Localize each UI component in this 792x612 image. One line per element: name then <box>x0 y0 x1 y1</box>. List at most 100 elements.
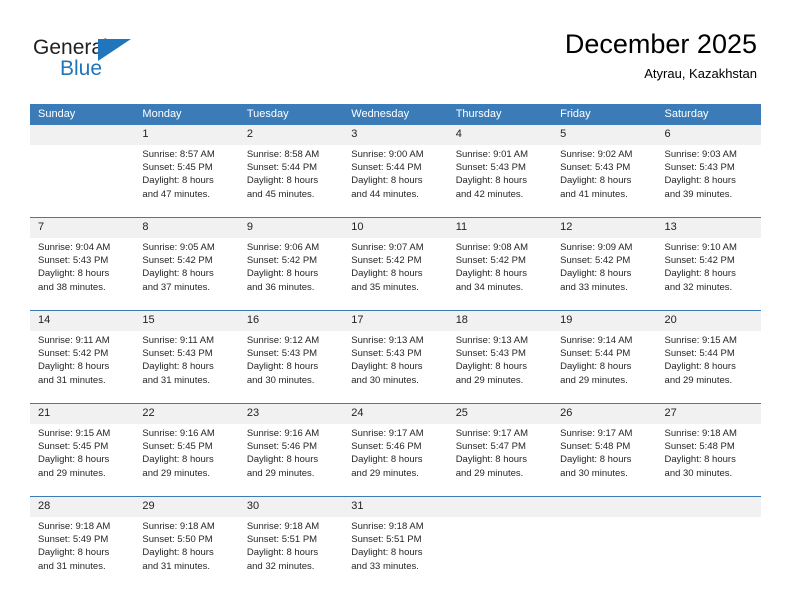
day-info-line: Sunrise: 9:12 AM <box>246 335 320 346</box>
day-info-line: Daylight: 8 hours <box>142 361 214 373</box>
day-number-9[interactable]: 9 <box>238 218 344 238</box>
day-info-1[interactable]: Sunrise: 8:57 AM Sunset: 5:45 PM Daylight:… <box>134 145 239 217</box>
week-detail-row: Sunrise: 9:18 AM Sunset: 5:49 PM Daylight:… <box>30 517 761 589</box>
day-number-12[interactable]: 12 <box>552 218 657 238</box>
day-info-30[interactable]: Sunrise: 9:18 AM Sunset: 5:51 PM Daylight:… <box>238 517 344 589</box>
day-info-line: Sunset: 5:42 PM <box>246 255 318 267</box>
day-info-23[interactable]: Sunrise: 9:16 AM Sunset: 5:46 PM Daylight:… <box>238 424 344 496</box>
day-info-10[interactable]: Sunrise: 9:07 AM Sunset: 5:42 PM Daylight:… <box>343 238 448 310</box>
weekday-header-friday: Friday <box>552 104 657 125</box>
day-info-line: Sunset: 5:47 PM <box>455 441 526 453</box>
day-info-line: and 33 minutes. <box>560 281 628 293</box>
day-info-line: Sunset: 5:44 PM <box>351 162 422 174</box>
day-number-7[interactable]: 7 <box>30 218 135 238</box>
day-info-line: Daylight: 8 hours <box>351 547 423 559</box>
day-info-19[interactable]: Sunrise: 9:14 AM Sunset: 5:44 PM Daylight:… <box>552 331 657 403</box>
day-info-7[interactable]: Sunrise: 9:04 AM Sunset: 5:43 PM Daylight:… <box>30 238 135 310</box>
week-detail-row: Sunrise: 9:15 AM Sunset: 5:45 PM Daylight:… <box>30 424 761 496</box>
day-info-line: Sunrise: 9:08 AM <box>455 242 529 253</box>
day-info-21[interactable]: Sunrise: 9:15 AM Sunset: 5:45 PM Daylight:… <box>30 424 135 496</box>
day-info-16[interactable]: Sunrise: 9:12 AM Sunset: 5:43 PM Daylight:… <box>238 331 344 403</box>
day-info-11[interactable]: Sunrise: 9:08 AM Sunset: 5:42 PM Daylight:… <box>447 238 553 310</box>
day-info-24[interactable]: Sunrise: 9:17 AM Sunset: 5:46 PM Daylight:… <box>343 424 448 496</box>
day-info-line: and 30 minutes. <box>246 374 315 386</box>
day-info-line: Sunset: 5:42 PM <box>455 255 526 267</box>
day-number-15[interactable]: 15 <box>134 311 239 331</box>
day-info-28[interactable]: Sunrise: 9:18 AM Sunset: 5:49 PM Daylight:… <box>30 517 135 589</box>
day-info-line: and 30 minutes. <box>664 467 733 479</box>
day-info-3[interactable]: Sunrise: 9:00 AM Sunset: 5:44 PM Daylight:… <box>343 145 448 217</box>
day-number-24[interactable]: 24 <box>343 404 448 424</box>
day-info-line: Sunset: 5:48 PM <box>664 441 735 453</box>
day-info-line: Daylight: 8 hours <box>246 454 319 466</box>
day-info-18[interactable]: Sunrise: 9:13 AM Sunset: 5:43 PM Daylight:… <box>447 331 553 403</box>
day-info-line: Sunset: 5:45 PM <box>38 441 109 453</box>
day-info-29[interactable]: Sunrise: 9:18 AM Sunset: 5:50 PM Daylight:… <box>134 517 239 589</box>
day-number-1[interactable]: 1 <box>134 125 239 145</box>
day-info-line: Sunrise: 9:17 AM <box>455 428 529 439</box>
day-info-line: Sunrise: 9:18 AM <box>351 521 424 532</box>
day-number-21[interactable]: 21 <box>30 404 135 424</box>
day-number-30[interactable]: 30 <box>238 497 344 517</box>
day-info-line: Daylight: 8 hours <box>664 361 736 373</box>
day-number-14[interactable]: 14 <box>30 311 135 331</box>
day-info-22[interactable]: Sunrise: 9:16 AM Sunset: 5:45 PM Daylight:… <box>134 424 239 496</box>
day-info-9[interactable]: Sunrise: 9:06 AM Sunset: 5:42 PM Daylight:… <box>238 238 344 310</box>
day-info-line: Sunrise: 9:06 AM <box>246 242 320 253</box>
day-info-line: and 29 minutes. <box>38 467 106 479</box>
day-number-29[interactable]: 29 <box>134 497 239 517</box>
day-info-line: Sunrise: 9:15 AM <box>664 335 737 346</box>
day-info-2[interactable]: Sunrise: 8:58 AM Sunset: 5:44 PM Daylight:… <box>238 145 344 217</box>
day-info-line: Sunrise: 9:11 AM <box>142 335 215 346</box>
day-info-line: Sunset: 5:51 PM <box>351 534 422 546</box>
day-number-13[interactable]: 13 <box>656 218 761 238</box>
day-info-25[interactable]: Sunrise: 9:17 AM Sunset: 5:47 PM Daylight:… <box>447 424 553 496</box>
day-number-26[interactable]: 26 <box>552 404 657 424</box>
day-info-line: Daylight: 8 hours <box>38 361 110 373</box>
day-number-20[interactable]: 20 <box>656 311 761 331</box>
day-number-19[interactable]: 19 <box>552 311 657 331</box>
day-number-16[interactable]: 16 <box>238 311 344 331</box>
day-info-13[interactable]: Sunrise: 9:10 AM Sunset: 5:42 PM Daylight:… <box>656 238 761 310</box>
day-number-2[interactable]: 2 <box>238 125 344 145</box>
day-info-line: and 31 minutes. <box>142 374 211 386</box>
day-number-5[interactable]: 5 <box>552 125 657 145</box>
weekday-header-wednesday: Wednesday <box>343 104 448 125</box>
day-info-6[interactable]: Sunrise: 9:03 AM Sunset: 5:43 PM Daylight:… <box>656 145 761 217</box>
day-number-8[interactable]: 8 <box>134 218 239 238</box>
day-info-8[interactable]: Sunrise: 9:05 AM Sunset: 5:42 PM Daylight:… <box>134 238 239 310</box>
day-info-4[interactable]: Sunrise: 9:01 AM Sunset: 5:43 PM Daylight:… <box>447 145 553 217</box>
day-number-27[interactable]: 27 <box>656 404 761 424</box>
day-number-23[interactable]: 23 <box>238 404 344 424</box>
day-info-17[interactable]: Sunrise: 9:13 AM Sunset: 5:43 PM Daylight:… <box>343 331 448 403</box>
general-blue-logo[interactable]: General Blue <box>33 36 233 88</box>
day-number-10[interactable]: 10 <box>343 218 448 238</box>
day-number-28[interactable]: 28 <box>30 497 135 517</box>
day-number-18[interactable]: 18 <box>447 311 553 331</box>
day-info-27[interactable]: Sunrise: 9:18 AM Sunset: 5:48 PM Daylight:… <box>656 424 761 496</box>
day-info-line: and 31 minutes. <box>38 374 106 386</box>
day-info-20[interactable]: Sunrise: 9:15 AM Sunset: 5:44 PM Daylight:… <box>656 331 761 403</box>
day-info-line: Sunrise: 8:58 AM <box>246 149 320 160</box>
day-info-26[interactable]: Sunrise: 9:17 AM Sunset: 5:48 PM Daylight:… <box>552 424 657 496</box>
day-info-31[interactable]: Sunrise: 9:18 AM Sunset: 5:51 PM Daylight:… <box>343 517 448 589</box>
day-info-line: Daylight: 8 hours <box>560 454 632 466</box>
day-number-25[interactable]: 25 <box>447 404 553 424</box>
day-number-6[interactable]: 6 <box>656 125 761 145</box>
day-number-3[interactable]: 3 <box>343 125 448 145</box>
day-number-22[interactable]: 22 <box>134 404 239 424</box>
logo-text-blue: Blue <box>60 57 103 80</box>
day-info-line: Sunset: 5:44 PM <box>246 162 318 174</box>
day-info-line: Sunset: 5:43 PM <box>246 348 318 360</box>
day-info-5[interactable]: Sunrise: 9:02 AM Sunset: 5:43 PM Daylight:… <box>552 145 657 217</box>
day-info-14[interactable]: Sunrise: 9:11 AM Sunset: 5:42 PM Daylight:… <box>30 331 135 403</box>
calendar-header-row: Sunday Monday Tuesday Wednesday Thursday… <box>30 104 761 125</box>
day-number-4[interactable]: 4 <box>447 125 553 145</box>
day-info-12[interactable]: Sunrise: 9:09 AM Sunset: 5:42 PM Daylight:… <box>552 238 657 310</box>
day-number-11[interactable]: 11 <box>447 218 553 238</box>
day-info-15[interactable]: Sunrise: 9:11 AM Sunset: 5:43 PM Daylight:… <box>134 331 239 403</box>
day-number-17[interactable]: 17 <box>343 311 448 331</box>
day-number-empty <box>30 125 135 145</box>
day-number-31[interactable]: 31 <box>343 497 448 517</box>
day-info-line: Daylight: 8 hours <box>664 175 736 187</box>
